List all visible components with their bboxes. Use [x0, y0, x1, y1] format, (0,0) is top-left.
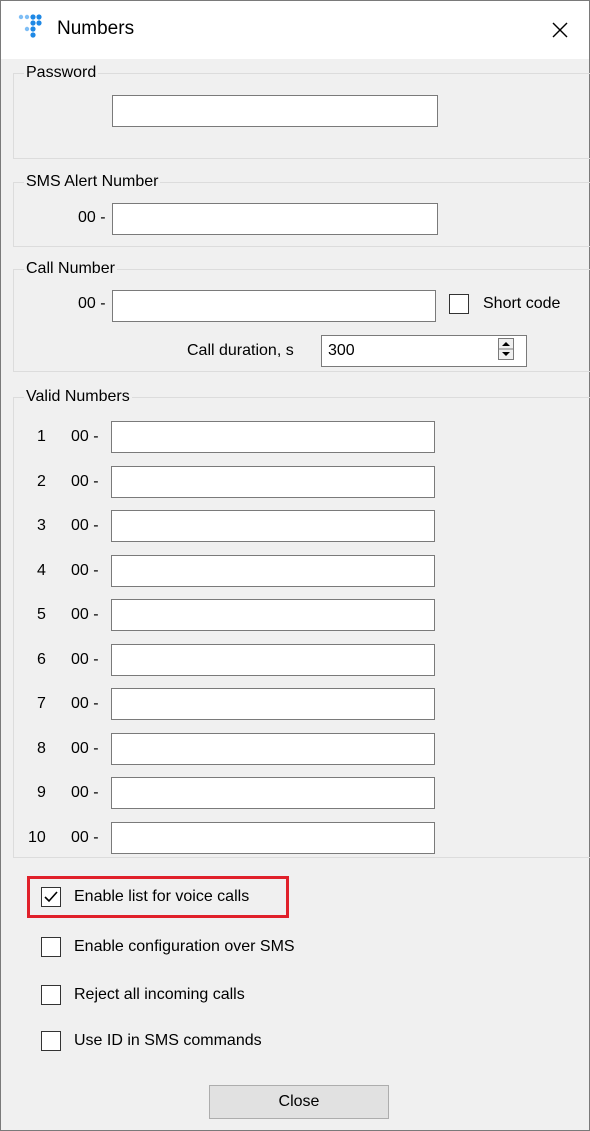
valid-number-input[interactable] [111, 821, 435, 854]
valid-number-input[interactable] [111, 465, 435, 498]
sms-alert-legend: SMS Alert Number [24, 173, 161, 191]
app-icon [18, 14, 42, 38]
valid-number-input[interactable] [111, 554, 435, 587]
valid-number-prefix: 00 - [71, 428, 99, 445]
valid-number-index: 5 [37, 606, 46, 623]
valid-number-prefix: 00 - [71, 606, 99, 623]
valid-number-index: 1 [37, 428, 46, 445]
valid-number-input[interactable] [111, 421, 435, 453]
highlight-annotation [27, 876, 289, 918]
window-title: Numbers [57, 18, 135, 39]
valid-number-index: 8 [37, 739, 46, 757]
call-number-prefix: 00 - [78, 295, 106, 312]
spinner-arrows-icon [499, 342, 513, 356]
call-number-legend: Call Number [24, 260, 117, 278]
valid-number-prefix: 00 - [71, 517, 99, 534]
valid-numbers-legend: Valid Numbers [24, 388, 132, 406]
call-number-input[interactable] [112, 290, 436, 322]
valid-number-prefix: 00 - [71, 828, 99, 846]
title-bar: Numbers [1, 1, 589, 59]
option-checkbox[interactable] [41, 985, 61, 1005]
valid-number-input[interactable] [111, 732, 435, 765]
option-label[interactable]: Enable configuration over SMS [74, 937, 295, 957]
valid-number-prefix: 00 - [71, 695, 99, 712]
valid-number-index: 7 [37, 695, 46, 712]
valid-number-index: 9 [37, 784, 46, 801]
valid-number-input[interactable] [111, 599, 435, 631]
sms-alert-input[interactable] [112, 203, 438, 235]
option-label[interactable]: Use ID in SMS commands [74, 1031, 262, 1051]
valid-number-input[interactable] [111, 643, 435, 676]
valid-number-index: 4 [37, 561, 46, 579]
option-checkbox[interactable] [41, 1031, 61, 1051]
password-legend: Password [24, 64, 99, 82]
window-close-button[interactable] [531, 1, 589, 59]
call-duration-input[interactable] [321, 335, 527, 367]
valid-number-prefix: 00 - [71, 561, 99, 579]
short-code-checkbox[interactable] [449, 294, 469, 314]
close-button[interactable]: Close [209, 1085, 389, 1119]
option-label[interactable]: Reject all incoming calls [74, 985, 245, 1005]
option-checkbox[interactable] [41, 937, 61, 957]
call-duration-spinner[interactable] [498, 338, 514, 360]
valid-number-index: 6 [37, 650, 46, 668]
sms-alert-prefix: 00 - [78, 209, 106, 226]
call-duration-label: Call duration, s [187, 342, 294, 359]
valid-number-input[interactable] [111, 688, 435, 720]
valid-number-prefix: 00 - [71, 650, 99, 668]
valid-number-index: 2 [37, 472, 46, 490]
valid-number-input[interactable] [111, 777, 435, 809]
valid-number-prefix: 00 - [71, 784, 99, 801]
numbers-dialog: Numbers Password SMS Alert Number 00 - C… [0, 0, 590, 1131]
short-code-label[interactable]: Short code [483, 294, 560, 314]
close-icon [552, 22, 568, 38]
valid-number-index: 10 [28, 828, 46, 846]
password-input[interactable] [112, 95, 438, 127]
valid-number-input[interactable] [111, 510, 435, 542]
valid-number-index: 3 [37, 517, 46, 534]
valid-number-prefix: 00 - [71, 739, 99, 757]
valid-number-prefix: 00 - [71, 472, 99, 490]
